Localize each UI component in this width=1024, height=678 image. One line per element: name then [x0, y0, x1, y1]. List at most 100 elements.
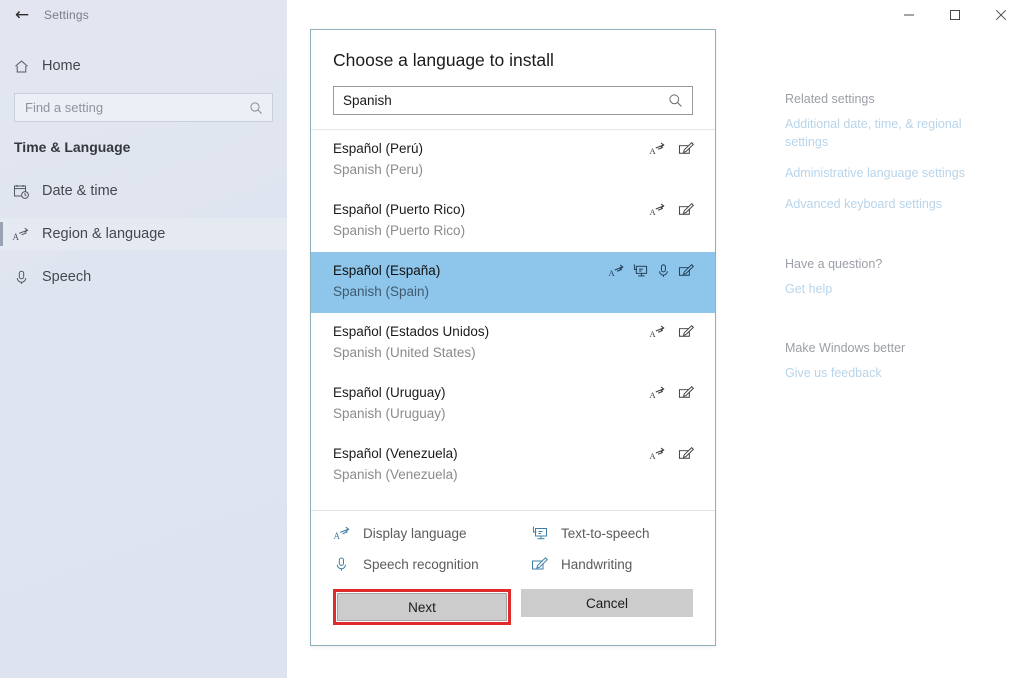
- have-a-question-heading: Have a question?: [785, 256, 883, 271]
- give-us-feedback-link[interactable]: Give us feedback: [785, 364, 995, 382]
- svg-text:A: A: [609, 268, 616, 278]
- language-search-box[interactable]: [333, 86, 693, 115]
- language-native-name: Español (Puerto Rico): [333, 202, 466, 217]
- sidebar-item-home[interactable]: Home: [0, 50, 287, 82]
- handwriting-icon: [678, 263, 695, 279]
- sidebar-item-region-language[interactable]: A Region & language: [0, 218, 287, 250]
- language-search-input[interactable]: [334, 93, 668, 108]
- display-language-icon: A: [649, 446, 666, 462]
- handwriting-icon: [678, 385, 695, 401]
- related-link-advanced-keyboard[interactable]: Advanced keyboard settings: [785, 195, 995, 213]
- search-icon: [668, 93, 692, 108]
- app-title: Settings: [44, 8, 89, 22]
- row-capability-icons: A: [649, 385, 695, 401]
- svg-text:A: A: [650, 207, 657, 217]
- sidebar-titlebar: ← Settings: [0, 0, 287, 30]
- next-button-highlight: Next: [333, 589, 511, 625]
- handwriting-icon: [531, 556, 549, 573]
- minimize-button[interactable]: [886, 0, 932, 30]
- cancel-button[interactable]: Cancel: [521, 589, 693, 617]
- language-native-name: Español (Perú): [333, 141, 424, 156]
- legend-label: Text-to-speech: [561, 526, 650, 541]
- svg-text:A: A: [650, 451, 657, 461]
- sidebar-item-label: Speech: [42, 269, 92, 285]
- window-controls: [886, 0, 1024, 30]
- language-english-name: Spanish (Uruguay): [333, 405, 446, 421]
- legend-label: Handwriting: [561, 557, 633, 572]
- display-language-icon: A: [649, 202, 666, 218]
- legend-handwriting: Handwriting: [531, 556, 693, 573]
- sidebar: ← Settings Home Time & Language: [0, 0, 287, 678]
- list-item[interactable]: Español (Estados Unidos) Spanish (United…: [311, 313, 715, 374]
- legend-display-language: A Display language: [333, 525, 531, 542]
- display-language-icon: A: [608, 263, 625, 279]
- legend-text-to-speech: Text-to-speech: [531, 525, 693, 542]
- back-button[interactable]: ←: [0, 0, 44, 30]
- related-link-administrative-language[interactable]: Administrative language settings: [785, 164, 995, 182]
- text-to-speech-icon: [632, 263, 649, 279]
- dialog-header: Choose a language to install: [311, 30, 715, 129]
- row-capability-icons: A: [649, 446, 695, 462]
- handwriting-icon: [678, 202, 695, 218]
- settings-window: ← Settings Home Time & Language: [0, 0, 1024, 678]
- sidebar-item-label: Date & time: [42, 183, 118, 199]
- sidebar-section-title: Time & Language: [14, 139, 131, 155]
- row-capability-icons: A: [649, 202, 695, 218]
- list-item[interactable]: Español (España) Spanish (Spain) A: [311, 252, 715, 313]
- home-icon: [0, 58, 42, 75]
- get-help-link[interactable]: Get help: [785, 280, 995, 298]
- row-capability-icons: A: [649, 141, 695, 157]
- calendar-clock-icon: [0, 183, 42, 200]
- language-english-name: Spanish (United States): [333, 344, 476, 360]
- list-item[interactable]: Español (Perú) Spanish (Peru) A: [311, 130, 715, 191]
- text-to-speech-icon: [531, 525, 549, 542]
- search-icon: [249, 101, 272, 115]
- related-link-additional-date-time[interactable]: Additional date, time, & regional settin…: [785, 115, 995, 151]
- language-english-name: Spanish (Peru): [333, 161, 424, 177]
- language-english-name: Spanish (Puerto Rico): [333, 222, 466, 238]
- language-list[interactable]: Español (Perú) Spanish (Peru) A Español …: [311, 129, 715, 510]
- dialog-title: Choose a language to install: [333, 50, 554, 70]
- svg-text:A: A: [334, 531, 341, 541]
- list-item[interactable]: Español (Puerto Rico) Spanish (Puerto Ri…: [311, 191, 715, 252]
- legend-label: Speech recognition: [363, 557, 479, 572]
- svg-text:A: A: [13, 232, 20, 242]
- sidebar-item-speech[interactable]: Speech: [0, 261, 287, 293]
- display-language-icon: A: [649, 141, 666, 157]
- dialog-buttons: Next Cancel: [311, 583, 715, 645]
- language-native-name: Español (Venezuela): [333, 446, 458, 461]
- microphone-icon: [0, 269, 42, 286]
- sidebar-item-date-time[interactable]: Date & time: [0, 175, 287, 207]
- microphone-icon: [656, 263, 671, 279]
- search-input[interactable]: [15, 100, 249, 115]
- svg-text:A: A: [650, 329, 657, 339]
- choose-language-dialog: Choose a language to install Español (Pe…: [310, 29, 716, 646]
- legend-label: Display language: [363, 526, 467, 541]
- sidebar-search[interactable]: [14, 93, 273, 122]
- row-capability-icons: A: [608, 263, 695, 279]
- language-native-name: Español (Estados Unidos): [333, 324, 490, 339]
- handwriting-icon: [678, 446, 695, 462]
- next-button[interactable]: Next: [337, 593, 507, 621]
- row-capability-icons: A: [649, 324, 695, 340]
- make-windows-better-heading: Make Windows better: [785, 340, 906, 355]
- maximize-button[interactable]: [932, 0, 978, 30]
- capability-legend: A Display language Text-to-speech Speech…: [311, 510, 715, 583]
- language-english-name: Spanish (Spain): [333, 283, 430, 299]
- handwriting-icon: [678, 141, 695, 157]
- handwriting-icon: [678, 324, 695, 340]
- list-item[interactable]: Español (Venezuela) Spanish (Venezuela) …: [311, 435, 715, 496]
- display-language-icon: A: [649, 324, 666, 340]
- related-settings-heading: Related settings: [785, 92, 875, 106]
- related-settings-panel: Related settings Additional date, time, …: [785, 92, 995, 395]
- list-item[interactable]: Español (Uruguay) Spanish (Uruguay) A: [311, 374, 715, 435]
- svg-text:A: A: [650, 390, 657, 400]
- sidebar-home-label: Home: [42, 58, 81, 74]
- microphone-icon: [333, 556, 351, 573]
- close-button[interactable]: [978, 0, 1024, 30]
- svg-text:A: A: [650, 146, 657, 156]
- legend-speech-recognition: Speech recognition: [333, 556, 531, 573]
- display-language-icon: A: [333, 525, 351, 542]
